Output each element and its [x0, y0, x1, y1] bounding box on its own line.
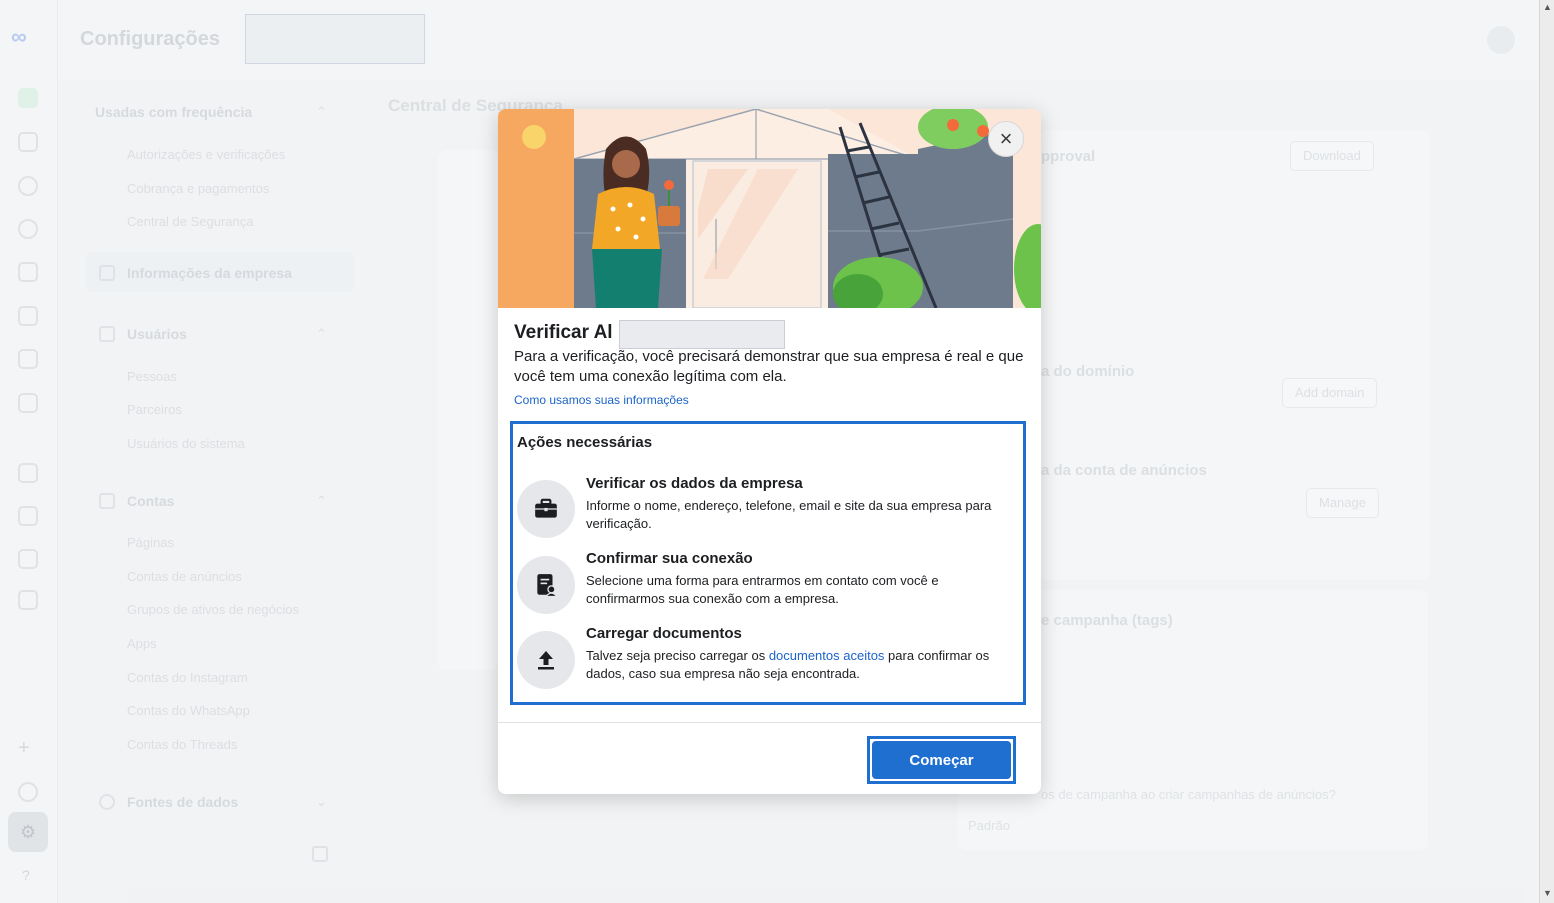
step-verify-data-title: Verificar os dados da empresa	[586, 475, 803, 492]
step-upload-docs-text-before: Talvez seja preciso carregar os	[586, 648, 769, 663]
close-button[interactable]: ×	[988, 121, 1024, 157]
actions-heading: Ações necessárias	[517, 434, 653, 451]
scroll-down-icon[interactable]: ▼	[1543, 888, 1552, 898]
contact-document-icon	[517, 556, 575, 614]
briefcase-icon	[517, 480, 575, 538]
step-confirm-connection-title: Confirmar sua conexão	[586, 550, 753, 567]
footer-divider	[498, 722, 1041, 723]
modal-title: Verificar Al	[514, 322, 613, 343]
start-button[interactable]: Começar	[872, 741, 1011, 779]
accepted-documents-link[interactable]: documentos aceitos	[769, 648, 885, 663]
step-upload-docs-text: Talvez seja preciso carregar os document…	[586, 647, 1018, 683]
modal-description: Para a verificação, você precisará demon…	[514, 348, 1024, 385]
required-actions-panel: Ações necessárias Verificar os dados da …	[510, 421, 1026, 705]
close-icon: ×	[999, 126, 1013, 151]
redacted-business-name	[619, 320, 785, 349]
verification-modal: × Verificar Al Para a verificação, você …	[498, 109, 1041, 794]
step-upload-docs-title: Carregar documentos	[586, 625, 742, 642]
scroll-up-icon[interactable]: ▲	[1543, 2, 1552, 12]
page-scrollbar[interactable]: ▲ ▼	[1539, 0, 1554, 903]
upload-icon	[517, 631, 575, 689]
info-usage-link[interactable]: Como usamos suas informações	[514, 393, 689, 407]
step-verify-data-text: Informe o nome, endereço, telefone, emai…	[586, 498, 992, 531]
step-confirm-connection-text: Selecione uma forma para entrarmos em co…	[586, 573, 939, 606]
hero-illustration	[498, 109, 1041, 308]
